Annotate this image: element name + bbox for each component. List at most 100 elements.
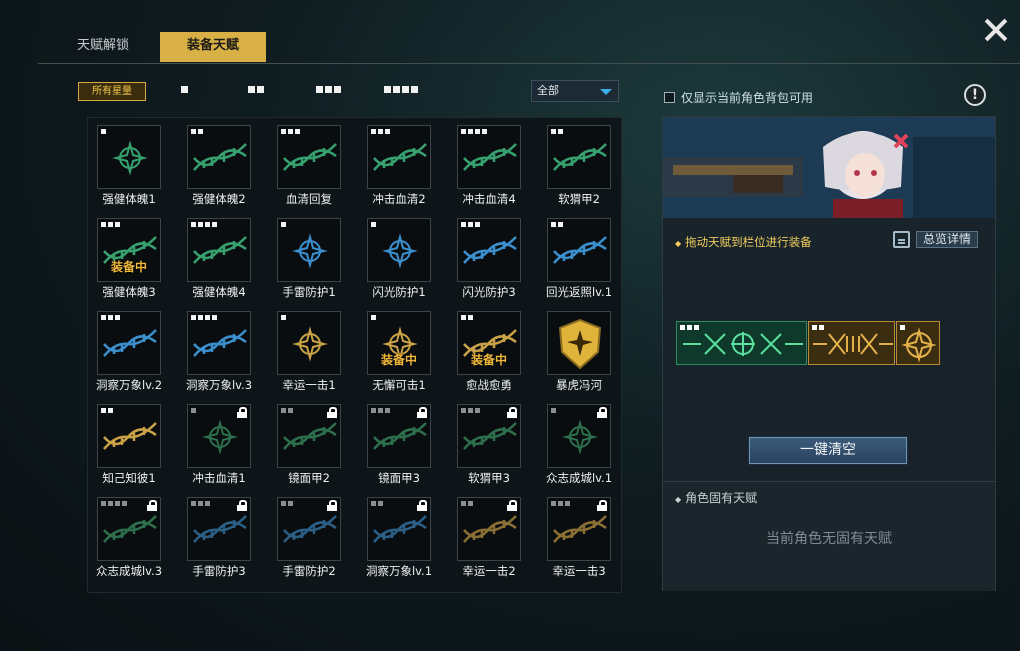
talent-card[interactable] <box>97 497 161 561</box>
talent-card-label: 手雷防护1 <box>282 285 336 299</box>
talent-card-label: 洞察万象lv.2 <box>95 378 163 392</box>
talent-card-label: 知己知彼1 <box>102 471 156 485</box>
lock-icon <box>327 500 337 511</box>
talent-card-label: 众志成城lv.3 <box>95 564 163 578</box>
talent-card-label: 洞察万象lv.3 <box>185 378 253 392</box>
lock-icon <box>237 407 247 418</box>
talent-card[interactable] <box>367 218 431 282</box>
talent-card-label: 强健体魄4 <box>192 285 246 299</box>
clipboard-icon <box>893 231 910 248</box>
talent-card-label: 暴虎冯河 <box>556 378 602 392</box>
talent-card[interactable] <box>187 125 251 189</box>
chevron-down-icon <box>600 89 612 95</box>
lock-icon <box>597 500 607 511</box>
overview-details-button[interactable]: 总览详情 <box>916 231 979 248</box>
talent-card-label: 回光返照lv.1 <box>545 285 613 299</box>
checkbox[interactable] <box>664 92 675 103</box>
equipped-badge: 装备中 <box>470 353 507 367</box>
filter-all-stars-button[interactable]: 所有星量 <box>78 82 146 101</box>
lock-icon <box>237 500 247 511</box>
talent-card-label: 幸运一击2 <box>462 564 516 578</box>
talent-card-label: 无懈可击1 <box>372 378 426 392</box>
info-icon[interactable] <box>964 84 986 106</box>
talent-card-label: 软猬甲3 <box>468 471 510 485</box>
talent-card[interactable] <box>97 125 161 189</box>
talent-card-label: 血清回复 <box>286 192 332 206</box>
overview-details[interactable]: 总览详情 <box>893 231 979 248</box>
character-banner <box>663 117 995 218</box>
talent-card[interactable] <box>97 311 161 375</box>
tab-talent-unlock[interactable]: 天赋解锁 <box>58 32 148 62</box>
talent-card-label: 洞察万象lv.1 <box>365 564 433 578</box>
talent-card-label: 手雷防护2 <box>282 564 336 578</box>
lock-icon <box>147 500 157 511</box>
talent-card[interactable] <box>547 404 611 468</box>
category-dropdown[interactable]: 全部 <box>531 80 619 102</box>
equip-slot-gold-helix[interactable] <box>808 321 895 365</box>
talent-card[interactable] <box>457 404 521 468</box>
equipped-badge: 装备中 <box>380 353 417 367</box>
talent-card-label: 愈战愈勇 <box>466 378 512 392</box>
talent-card[interactable] <box>277 125 341 189</box>
clear-all-button[interactable]: 一键清空 <box>749 437 907 464</box>
talent-card-label: 镜面甲3 <box>378 471 420 485</box>
talent-card[interactable]: 装备中 <box>367 311 431 375</box>
filter-4-star-button[interactable] <box>384 86 418 94</box>
talent-card-label: 幸运一击3 <box>552 564 606 578</box>
lock-icon <box>417 407 427 418</box>
talent-card[interactable] <box>277 497 341 561</box>
talent-card[interactable] <box>547 125 611 189</box>
talent-card[interactable] <box>187 218 251 282</box>
drag-hint: 拖动天赋到栏位进行装备 <box>675 234 812 250</box>
category-dropdown-value: 全部 <box>537 84 559 97</box>
talent-card[interactable] <box>457 125 521 189</box>
talent-card[interactable] <box>367 125 431 189</box>
talent-card-label: 冲击血清1 <box>192 471 246 485</box>
equip-slot-green[interactable] <box>676 321 807 365</box>
talent-card[interactable] <box>187 497 251 561</box>
talent-card[interactable] <box>457 497 521 561</box>
filter-2-star-button[interactable] <box>248 86 264 94</box>
equip-panel: 拖动天赋到栏位进行装备 总览详情 一键清空 角色固有天赋 当前角色无固有天赋 <box>662 116 996 591</box>
equip-slot-gold-compass[interactable] <box>896 321 940 365</box>
tab-bar: 天赋解锁 装备天赋 <box>38 32 1020 64</box>
lock-icon <box>507 407 517 418</box>
talent-card-label: 手雷防护3 <box>192 564 246 578</box>
innate-talent-empty-text: 当前角色无固有天赋 <box>766 531 892 547</box>
tab-equip-talent[interactable]: 装备天赋 <box>160 32 266 62</box>
talent-card[interactable]: 装备中 <box>457 311 521 375</box>
talent-card[interactable]: 装备中 <box>97 218 161 282</box>
talent-card[interactable] <box>547 218 611 282</box>
filter-1-star-button[interactable] <box>181 86 188 94</box>
innate-talent-title: 角色固有天赋 <box>675 489 757 506</box>
talent-card[interactable] <box>277 218 341 282</box>
talent-card[interactable] <box>547 311 611 375</box>
lock-icon <box>507 500 517 511</box>
talent-card[interactable] <box>367 404 431 468</box>
lock-icon <box>417 500 427 511</box>
talent-card-label: 冲击血清4 <box>462 192 516 206</box>
talent-card[interactable] <box>187 404 251 468</box>
talent-card-label: 强健体魄3 <box>102 285 156 299</box>
talent-card-label: 强健体魄1 <box>102 192 156 206</box>
lock-icon <box>327 407 337 418</box>
talent-card[interactable] <box>97 404 161 468</box>
talent-card[interactable] <box>277 404 341 468</box>
only-available-label: 仅显示当前角色背包可用 <box>681 91 814 105</box>
innate-talent-section: 角色固有天赋 当前角色无固有天赋 <box>663 481 995 591</box>
talent-card[interactable] <box>457 218 521 282</box>
equipped-badge: 装备中 <box>110 260 147 274</box>
talent-card-label: 镜面甲2 <box>288 471 330 485</box>
only-available-toggle[interactable]: 仅显示当前角色背包可用 <box>664 89 813 106</box>
talent-card[interactable] <box>277 311 341 375</box>
lock-icon <box>597 407 607 418</box>
filter-3-star-button[interactable] <box>316 86 341 94</box>
talent-card[interactable] <box>187 311 251 375</box>
talent-card[interactable] <box>547 497 611 561</box>
talent-card[interactable] <box>367 497 431 561</box>
talent-card-label: 闪光防护1 <box>372 285 426 299</box>
talent-grid: 强健体魄1 强健体魄2 血清回复 冲击血清2 冲击血清4 软猬甲2 装备中 强健体魄3 强健体魄… <box>87 117 622 593</box>
talent-card-label: 闪光防护3 <box>462 285 516 299</box>
talent-card-label: 冲击血清2 <box>372 192 426 206</box>
talent-card-label: 软猬甲2 <box>558 192 600 206</box>
